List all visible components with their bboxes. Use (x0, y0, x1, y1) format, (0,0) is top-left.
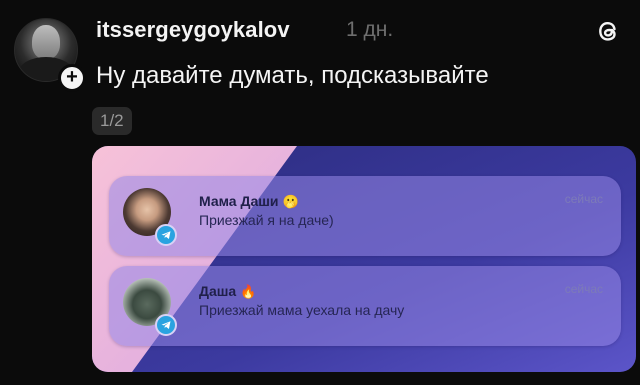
notification-title: Даша 🔥 (199, 283, 256, 300)
notification-message: Приезжай мама уехала на дачу (199, 302, 405, 318)
notification-sender: Даша (199, 283, 237, 299)
username[interactable]: itssergeygoykalov (96, 17, 290, 43)
notification-card[interactable]: Даша 🔥 Приезжай мама уехала на дачу сейча… (109, 266, 621, 346)
notification-time: сейчас (564, 192, 603, 206)
notification-card[interactable]: Мама Даши 🫢 Приезжай я на даче) сейчас (109, 176, 621, 256)
post-image[interactable]: Мама Даши 🫢 Приезжай я на даче) сейчас Да… (92, 146, 636, 372)
notification-time: сейчас (564, 282, 603, 296)
telegram-icon (155, 314, 177, 336)
carousel-page-counter: 1/2 (92, 107, 132, 135)
telegram-icon (155, 224, 177, 246)
avatar-head-shape (32, 25, 60, 59)
threads-logo-icon[interactable] (593, 16, 623, 46)
notification-emoji: 🫢 (282, 194, 299, 209)
threads-post: + itssergeygoykalov 1 дн. Ну давайте дум… (0, 0, 640, 385)
notification-emoji: 🔥 (240, 284, 257, 299)
post-time: 1 дн. (346, 18, 394, 41)
notification-sender: Мама Даши (199, 193, 279, 209)
notification-message: Приезжай я на даче) (199, 212, 334, 228)
notification-title: Мама Даши 🫢 (199, 193, 299, 210)
post-text: Ну давайте думать, подсказывайте (96, 62, 489, 89)
follow-plus-button[interactable]: + (58, 64, 86, 92)
